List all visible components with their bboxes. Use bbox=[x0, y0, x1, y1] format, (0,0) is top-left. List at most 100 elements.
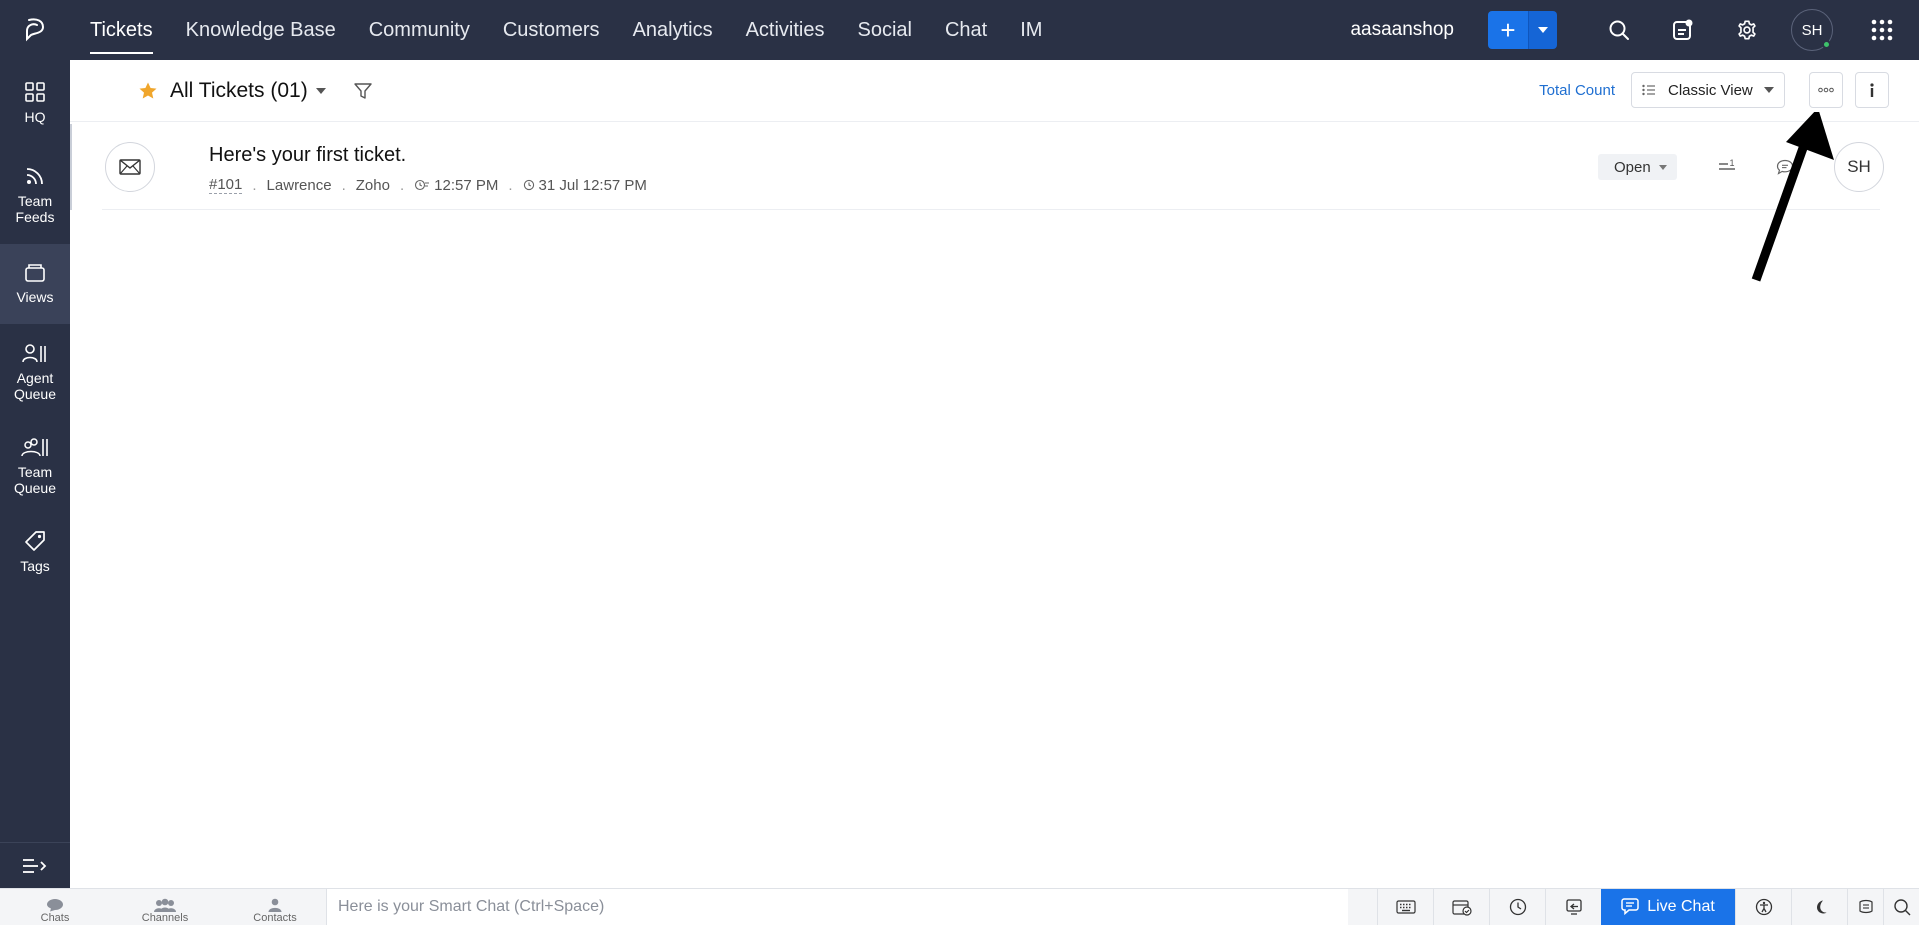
smart-chat-input[interactable]: Here is your Smart Chat (Ctrl+Space) bbox=[326, 889, 1348, 925]
tab-tickets[interactable]: Tickets bbox=[90, 0, 153, 60]
ask-zia-button[interactable] bbox=[1847, 889, 1883, 925]
annotation-arrow-icon bbox=[1751, 112, 1834, 282]
sidebar-item-team-feeds[interactable]: Team Feeds bbox=[0, 146, 70, 244]
bottom-tab-contacts[interactable]: Contacts bbox=[220, 889, 330, 925]
view-selector[interactable]: All Tickets (01) bbox=[170, 79, 326, 103]
tab-im[interactable]: IM bbox=[1020, 0, 1042, 60]
clock-icon bbox=[523, 179, 535, 191]
gear-icon bbox=[1738, 20, 1756, 40]
chat-bubble-icon bbox=[47, 898, 63, 911]
online-status-dot bbox=[1822, 40, 1831, 49]
switch-portal-button[interactable] bbox=[1545, 889, 1601, 925]
status-dropdown[interactable]: Open bbox=[1598, 154, 1677, 180]
thread-count-badge[interactable]: 1 bbox=[1718, 158, 1738, 179]
total-count-link[interactable]: Total Count bbox=[1539, 82, 1615, 99]
sidebar-item-views[interactable]: Views bbox=[0, 244, 70, 324]
ticket-due-time: 12:57 PM bbox=[434, 176, 499, 194]
sidebar-collapse-button[interactable] bbox=[0, 842, 70, 888]
bottom-tab-chats[interactable]: Chats bbox=[0, 889, 110, 925]
view-mode-dropdown[interactable]: Classic View bbox=[1631, 72, 1785, 108]
view-title: All Tickets (01) bbox=[170, 78, 308, 102]
chat-bubble-icon bbox=[1621, 898, 1639, 916]
keyboard-icon bbox=[1395, 900, 1416, 914]
add-new-dropdown-button[interactable] bbox=[1528, 11, 1557, 49]
dark-mode-button[interactable] bbox=[1791, 889, 1847, 925]
tab-customers[interactable]: Customers bbox=[503, 0, 600, 60]
notifications-button[interactable] bbox=[1651, 0, 1715, 60]
caret-down-icon bbox=[315, 87, 326, 94]
switch-screen-icon bbox=[1565, 899, 1582, 915]
top-navigation-bar: Tickets Knowledge Base Community Custome… bbox=[0, 0, 1919, 60]
grid-icon bbox=[25, 82, 45, 102]
caret-down-icon bbox=[1658, 164, 1667, 170]
sidebar-item-label: Tags bbox=[20, 558, 50, 574]
time-tracking-button[interactable] bbox=[1489, 889, 1545, 925]
thread-count-number: 1 bbox=[1730, 158, 1735, 168]
zoho-desk-logo-icon[interactable] bbox=[0, 0, 70, 60]
sidebar-item-agent-queue[interactable]: Agent Queue bbox=[0, 324, 70, 420]
sidebar-item-label: Team Feeds bbox=[15, 193, 55, 225]
row-divider bbox=[102, 209, 1880, 210]
tab-knowledge-base[interactable]: Knowledge Base bbox=[186, 0, 336, 60]
sidebar-item-label: Agent Queue bbox=[13, 370, 57, 402]
module-tabs: Tickets Knowledge Base Community Custome… bbox=[90, 0, 1075, 60]
star-favorite-icon[interactable] bbox=[138, 81, 158, 101]
more-options-button[interactable] bbox=[1809, 72, 1843, 108]
bottom-tab-channels[interactable]: Channels bbox=[110, 889, 220, 925]
tasks-button[interactable] bbox=[1433, 889, 1489, 925]
sidebar-item-tags[interactable]: Tags bbox=[0, 512, 70, 592]
info-panel-button[interactable] bbox=[1855, 72, 1889, 108]
ticket-account[interactable]: Zoho bbox=[356, 177, 390, 194]
live-chat-button[interactable]: Live Chat bbox=[1601, 889, 1735, 925]
views-icon bbox=[25, 264, 45, 282]
ticket-subject[interactable]: Here's your first ticket. bbox=[209, 144, 406, 167]
ticket-created-time: 31 Jul 12:57 PM bbox=[538, 176, 647, 194]
add-new-button[interactable]: + bbox=[1488, 11, 1528, 49]
tab-community[interactable]: Community bbox=[369, 0, 470, 60]
vertical-info-icon bbox=[1870, 83, 1874, 97]
accessibility-icon bbox=[1755, 898, 1772, 916]
keyboard-shortcuts-button[interactable] bbox=[1377, 889, 1433, 925]
organization-name[interactable]: aasaanshop bbox=[1350, 19, 1454, 41]
ticket-id[interactable]: #101 bbox=[209, 176, 243, 194]
ticket-row[interactable]: Here's your first ticket. #101 . Lawrenc… bbox=[70, 124, 1884, 210]
settings-button[interactable] bbox=[1715, 0, 1779, 60]
channel-email-icon bbox=[105, 142, 155, 192]
sidebar-item-label: HQ bbox=[24, 109, 46, 125]
search-icon bbox=[1893, 899, 1910, 916]
bottom-right-tools: Live Chat bbox=[1377, 889, 1919, 925]
status-label: Open bbox=[1614, 158, 1651, 176]
separator-dot: . bbox=[341, 176, 346, 194]
agent-queue-icon bbox=[22, 344, 46, 363]
tag-icon bbox=[25, 531, 45, 551]
tab-activities[interactable]: Activities bbox=[746, 0, 825, 60]
search-button[interactable] bbox=[1587, 0, 1651, 60]
bottom-tab-label: Contacts bbox=[253, 911, 297, 924]
separator-dot: . bbox=[508, 176, 513, 194]
ellipsis-icon bbox=[1818, 87, 1834, 93]
ticket-meta: #101 . Lawrence . Zoho . 12:57 PM . 31 J… bbox=[209, 176, 647, 194]
ticket-list-view: All Tickets (01) Total Count Classic Vie… bbox=[70, 60, 1919, 888]
ticket-contact[interactable]: Lawrence bbox=[267, 177, 332, 194]
tab-chat[interactable]: Chat bbox=[945, 0, 987, 60]
filter-icon[interactable] bbox=[354, 82, 372, 100]
bottom-tab-label: Channels bbox=[141, 911, 189, 924]
sidebar-item-team-queue[interactable]: Team Queue bbox=[0, 420, 70, 512]
tab-social[interactable]: Social bbox=[858, 0, 912, 60]
assignee-avatar[interactable]: SH bbox=[1834, 142, 1884, 192]
moon-icon bbox=[1816, 900, 1827, 914]
clock-icon bbox=[1509, 898, 1526, 916]
team-queue-icon bbox=[21, 438, 48, 457]
tab-analytics[interactable]: Analytics bbox=[633, 0, 713, 60]
apps-menu-button[interactable] bbox=[1855, 0, 1909, 60]
sidebar-item-hq[interactable]: HQ bbox=[0, 60, 70, 146]
accessibility-button[interactable] bbox=[1735, 889, 1791, 925]
feed-icon bbox=[26, 168, 43, 185]
help-search-button[interactable] bbox=[1883, 889, 1919, 925]
left-sidebar: HQ Team Feeds Views Agent Queue Team Que… bbox=[0, 60, 70, 888]
user-avatar[interactable]: SH bbox=[1791, 9, 1833, 51]
sidebar-item-label: Views bbox=[16, 289, 54, 305]
caret-down-icon bbox=[1764, 87, 1774, 93]
separator-dot: . bbox=[252, 176, 257, 194]
calendar-check-icon bbox=[1451, 900, 1472, 916]
